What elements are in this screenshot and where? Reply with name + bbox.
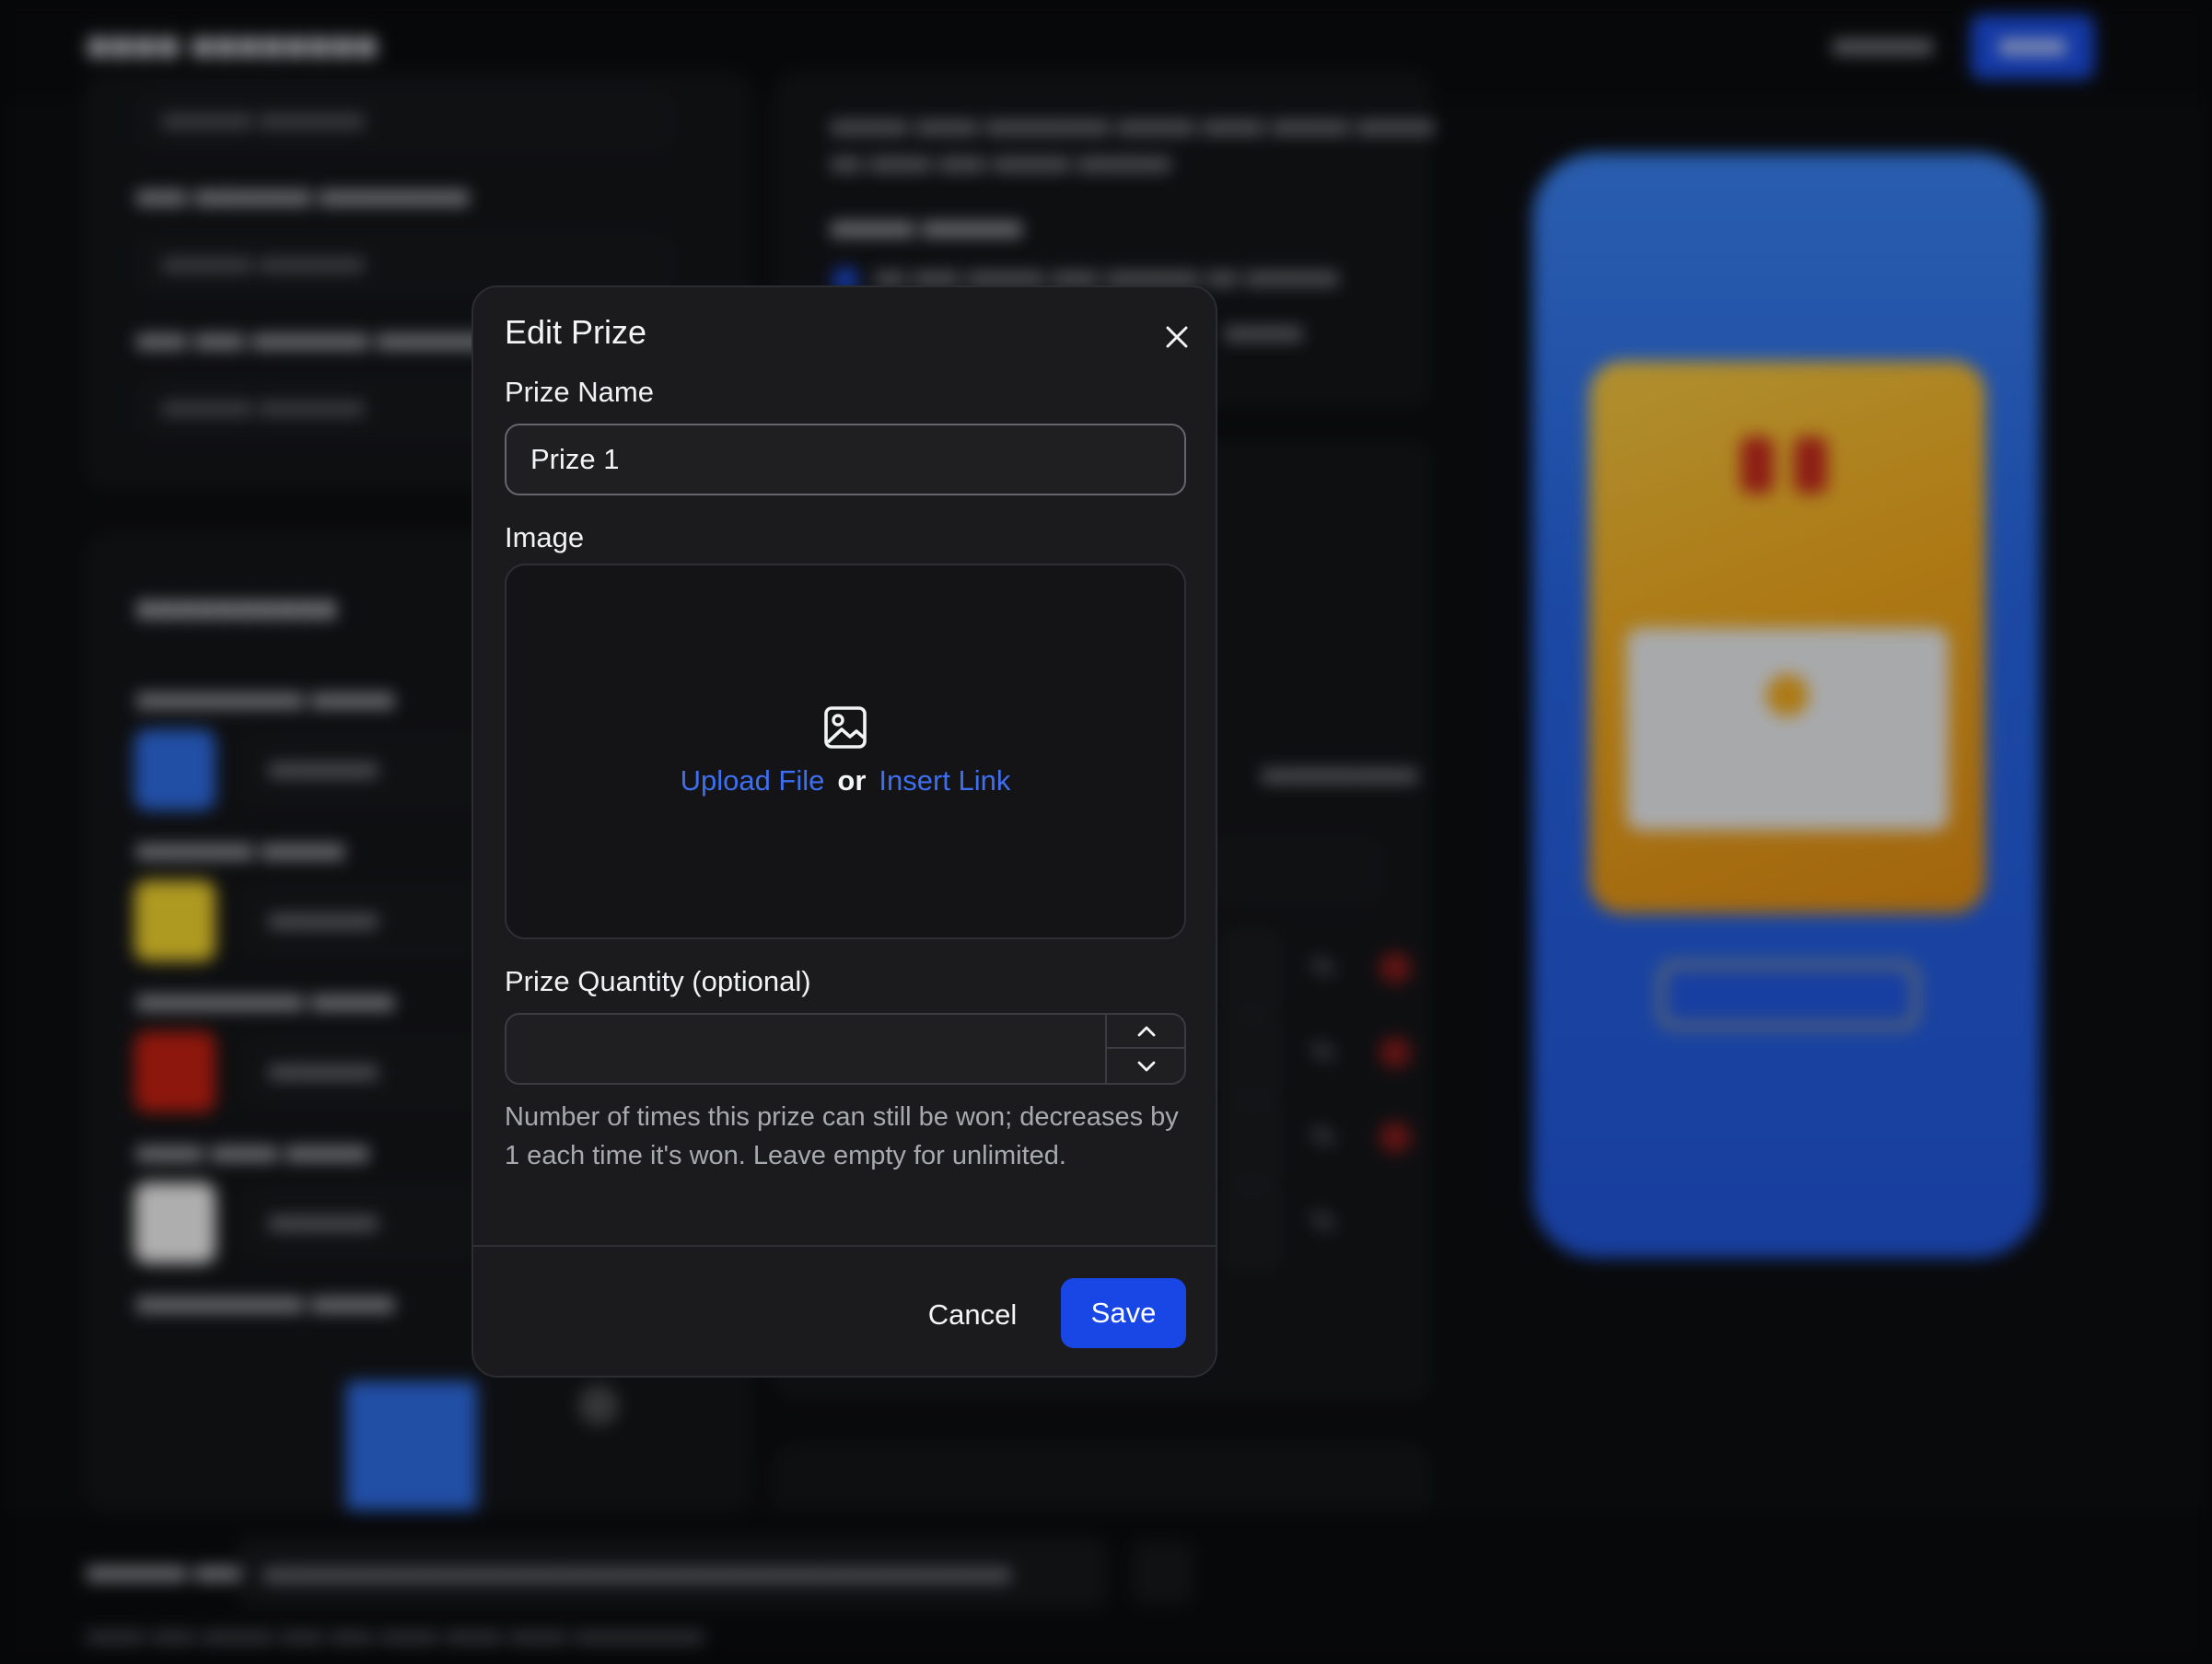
save-button[interactable]: Save <box>1061 1278 1186 1348</box>
close-icon <box>1166 326 1188 348</box>
chevron-down-icon <box>1137 1061 1156 1071</box>
insert-link-link[interactable]: Insert Link <box>879 764 1010 797</box>
prize-quantity-input[interactable] <box>506 1015 1105 1083</box>
cancel-button[interactable]: Cancel <box>906 1280 1039 1350</box>
prize-quantity-label: Prize Quantity (optional) <box>505 965 811 997</box>
image-icon <box>824 706 867 749</box>
image-label: Image <box>505 521 585 553</box>
prize-name-label: Prize Name <box>505 376 654 408</box>
quantity-stepper-controls <box>1105 1015 1186 1083</box>
dialog-footer-divider <box>473 1245 1216 1247</box>
decrement-button[interactable] <box>1107 1049 1186 1083</box>
chevron-up-icon <box>1137 1026 1156 1036</box>
upload-options: Upload File or Insert Link <box>506 764 1184 797</box>
upload-file-link[interactable]: Upload File <box>681 764 825 797</box>
image-dropzone[interactable]: Upload File or Insert Link <box>505 564 1186 939</box>
edit-prize-dialog: Edit Prize Prize Name Image Upload File o… <box>472 285 1217 1378</box>
prize-quantity-help-text: Number of times this prize can still be … <box>505 1102 1179 1170</box>
increment-button[interactable] <box>1107 1015 1186 1049</box>
dialog-title: Edit Prize <box>505 313 647 351</box>
close-button[interactable] <box>1151 311 1203 363</box>
prize-name-input[interactable] <box>505 424 1186 495</box>
or-text: or <box>837 764 867 797</box>
prize-quantity-stepper <box>505 1013 1186 1085</box>
